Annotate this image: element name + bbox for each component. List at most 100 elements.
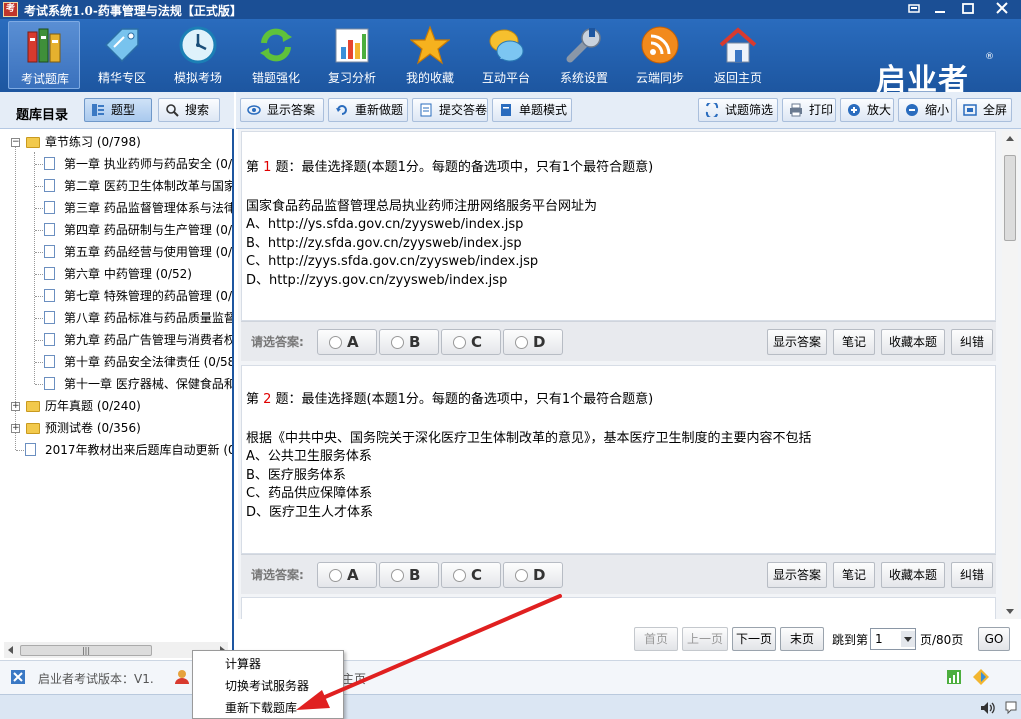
- answer-option-c[interactable]: C: [441, 562, 501, 588]
- prev-page-button[interactable]: 上一页: [682, 627, 728, 651]
- show-answer-button[interactable]: 显示答案: [767, 562, 827, 588]
- page-number-select[interactable]: 1: [870, 628, 916, 650]
- user-icon[interactable]: [174, 669, 190, 685]
- scroll-left-icon[interactable]: [7, 646, 15, 654]
- tree-node-chapter[interactable]: 第八章 药品标准与药品质量监督: [0, 308, 232, 328]
- question-option: A、公共卫生服务体系: [246, 449, 372, 464]
- submit-paper-button[interactable]: 提交答卷: [412, 98, 488, 122]
- scroll-up-icon[interactable]: [1006, 135, 1014, 143]
- notes-button[interactable]: 笔记: [833, 329, 875, 355]
- collapse-icon[interactable]: −: [11, 138, 20, 147]
- question-option: D、医疗卫生人才体系: [246, 505, 374, 520]
- tree-node-auto-update[interactable]: 2017年教材出来后题库自动更新 (0/: [0, 440, 232, 460]
- answer-option-a[interactable]: A: [317, 329, 377, 355]
- fullscreen-button[interactable]: 全屏: [956, 98, 1012, 122]
- radio-icon: [329, 569, 342, 582]
- tree-node-past-exams[interactable]: + 历年真题 (0/240): [0, 396, 232, 416]
- next-page-button[interactable]: 下一页: [732, 627, 776, 651]
- tree-node-chapter[interactable]: 第十章 药品安全法律责任 (0/58: [0, 352, 232, 372]
- speaker-icon[interactable]: [980, 701, 996, 715]
- nav-mistakes[interactable]: 错题强化: [240, 21, 312, 89]
- question-header: 第 2 题：最佳选择题(本题1分。每题的备选项中，只有1个最符合题意): [246, 388, 653, 407]
- close-icon[interactable]: [990, 0, 1014, 18]
- nav-exam-bank[interactable]: 考试题库: [8, 21, 80, 89]
- answer-option-d[interactable]: D: [503, 329, 563, 355]
- type-button[interactable]: 题型: [84, 98, 152, 122]
- report-error-button[interactable]: 纠错: [951, 562, 993, 588]
- nav-favorites[interactable]: 我的收藏: [394, 21, 466, 89]
- answer-option-b[interactable]: B: [379, 562, 439, 588]
- nav-label: 互动平台: [481, 71, 530, 85]
- show-answer-toolbar-button[interactable]: 显示答案: [240, 98, 324, 122]
- zoom-out-button[interactable]: 缩小: [898, 98, 952, 122]
- page-icon: [501, 104, 511, 116]
- answer-option-c[interactable]: C: [441, 329, 501, 355]
- nav-cloud-sync[interactable]: 云端同步: [624, 21, 696, 89]
- sync-status-icon[interactable]: [972, 668, 990, 686]
- tree-guide: [35, 340, 43, 341]
- zoom-in-button[interactable]: 放大: [840, 98, 894, 122]
- tree-node-chapter-practice[interactable]: − 章节练习 (0/798): [0, 132, 232, 152]
- tree-node-mock-papers[interactable]: + 预测试卷 (0/356): [0, 418, 232, 438]
- answer-bar: 请选答案: A B C D 显示答案 笔记 收藏本题 纠错: [241, 554, 996, 594]
- show-answer-button[interactable]: 显示答案: [767, 329, 827, 355]
- chart-status-icon[interactable]: [946, 669, 962, 685]
- answer-option-b[interactable]: B: [379, 329, 439, 355]
- menu-item-redownload-bank[interactable]: 重新下载题库: [225, 698, 297, 718]
- tree-node-chapter[interactable]: 第二章 医药卫生体制改革与国家: [0, 176, 232, 196]
- nav-mock-exam[interactable]: 模拟考场: [162, 21, 234, 89]
- last-page-button[interactable]: 末页: [780, 627, 824, 651]
- scroll-down-icon[interactable]: [1006, 607, 1014, 615]
- tree-guide: [35, 164, 43, 165]
- expand-icon[interactable]: +: [11, 402, 20, 411]
- tree-node-chapter[interactable]: 第一章 执业药师与药品安全 (0/: [0, 154, 232, 174]
- chat-bubbles-icon: [489, 29, 524, 62]
- expand-icon[interactable]: +: [11, 424, 20, 433]
- nav-community[interactable]: 互动平台: [470, 21, 542, 89]
- favorite-button[interactable]: 收藏本题: [881, 329, 945, 355]
- tree-node-label: 第六章 中药管理 (0/52): [64, 267, 192, 281]
- document-icon: [44, 201, 55, 214]
- nav-highlights[interactable]: 精华专区: [86, 21, 158, 89]
- question-vertical-scrollbar[interactable]: [1002, 131, 1018, 619]
- single-mode-button[interactable]: 单题模式: [492, 98, 572, 122]
- question-list: 第 1 题：最佳选择题(本题1分。每题的备选项中，只有1个最符合题意) 国家食品…: [238, 129, 1021, 619]
- eye-icon: [247, 105, 261, 115]
- report-error-button[interactable]: 纠错: [951, 329, 993, 355]
- scrollbar-thumb[interactable]: |||: [20, 645, 152, 656]
- redo-button[interactable]: 重新做题: [328, 98, 408, 122]
- maximize-icon[interactable]: [956, 0, 980, 18]
- close-box-icon[interactable]: [10, 669, 26, 685]
- tree-node-chapter[interactable]: 第七章 特殊管理的药品管理 (0/: [0, 286, 232, 306]
- tree-node-chapter[interactable]: 第四章 药品研制与生产管理 (0/: [0, 220, 232, 240]
- tree-node-chapter[interactable]: 第三章 药品监督管理体系与法律: [0, 198, 232, 218]
- tree-node-chapter[interactable]: 第六章 中药管理 (0/52): [0, 264, 232, 284]
- notes-button[interactable]: 笔记: [833, 562, 875, 588]
- nav-settings[interactable]: 系统设置: [548, 21, 620, 89]
- search-button[interactable]: 搜索: [158, 98, 220, 122]
- menu-item-calculator[interactable]: 计算器: [225, 654, 261, 674]
- print-button[interactable]: 打印: [782, 98, 836, 122]
- question-stem: 国家食品药品监督管理总局执业药师注册网络服务平台网址为: [246, 199, 598, 214]
- nav-home[interactable]: 返回主页: [702, 21, 774, 89]
- notification-icon[interactable]: [1004, 699, 1018, 715]
- answer-option-a[interactable]: A: [317, 562, 377, 588]
- scrollbar-thumb[interactable]: [1004, 155, 1016, 241]
- restore-mini-icon[interactable]: [902, 0, 926, 18]
- printer-icon: [790, 103, 802, 117]
- tree-node-chapter[interactable]: 第十一章 医疗器械、保健食品和: [0, 374, 232, 394]
- radio-icon: [329, 336, 342, 349]
- first-page-button[interactable]: 首页: [634, 627, 678, 651]
- type-button-label: 题型: [111, 103, 136, 117]
- main-ribbon: 考试题库 精华专区 模拟考场 错题强化 复习分析 我的收藏 互动平台 系统设置 …: [0, 19, 1021, 98]
- minimize-icon[interactable]: [928, 0, 952, 18]
- tree-node-chapter[interactable]: 第九章 药品广告管理与消费者权: [0, 330, 232, 350]
- tree-node-chapter[interactable]: 第五章 药品经营与使用管理 (0/: [0, 242, 232, 262]
- nav-review[interactable]: 复习分析: [316, 21, 388, 89]
- answer-option-d[interactable]: D: [503, 562, 563, 588]
- filter-button[interactable]: 试题筛选: [698, 98, 778, 122]
- answer-prompt: 请选答案:: [251, 335, 304, 349]
- menu-item-switch-server[interactable]: 切换考试服务器: [225, 676, 309, 696]
- favorite-button[interactable]: 收藏本题: [881, 562, 945, 588]
- go-button[interactable]: GO: [978, 627, 1010, 651]
